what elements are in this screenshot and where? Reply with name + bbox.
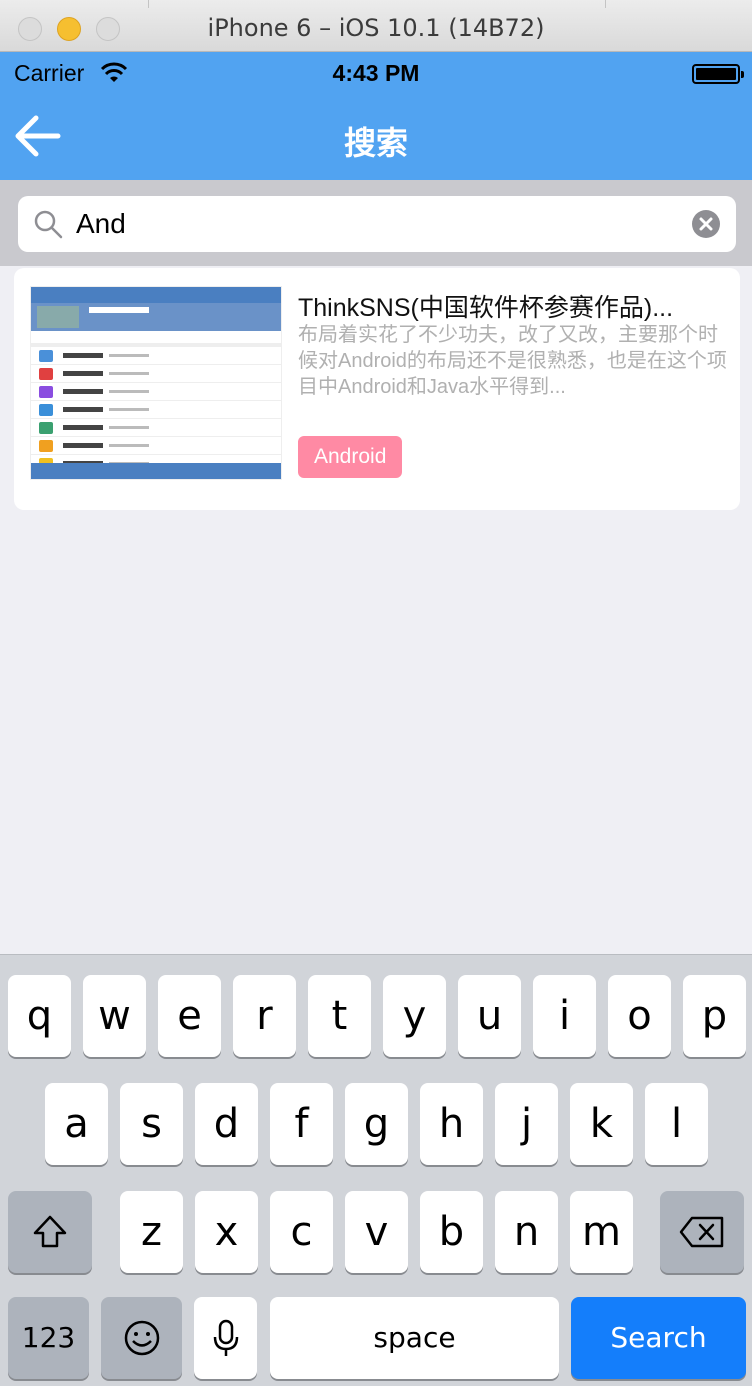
key-z[interactable]: z [120,1191,183,1273]
window-divider [148,0,149,8]
search-bar-container [0,180,752,266]
search-key[interactable]: Search [571,1297,746,1379]
emoji-icon [124,1320,159,1356]
key-t[interactable]: t [308,975,371,1057]
search-results: ThinkSNS(中国软件杯参赛作品)... 布局着实花了不少功夫，改了又改，主… [0,266,752,954]
key-q[interactable]: q [8,975,71,1057]
shift-icon [33,1215,67,1248]
key-f[interactable]: f [270,1083,333,1165]
key-x[interactable]: x [195,1191,258,1273]
result-thumbnail [30,286,282,480]
key-u[interactable]: u [458,975,521,1057]
clear-search-icon[interactable] [692,210,720,238]
key-s[interactable]: s [120,1083,183,1165]
key-i[interactable]: i [533,975,596,1057]
result-description: 布局着实花了不少功夫，改了又改，主要那个时候对Android的布局还不是很熟悉，… [298,324,727,398]
search-box[interactable] [18,196,736,252]
window-divider [605,0,606,8]
backspace-icon [679,1216,724,1248]
key-a[interactable]: a [45,1083,108,1165]
key-b[interactable]: b [420,1191,483,1273]
search-input[interactable] [76,204,676,244]
keyboard: q w e r t y u i o p a s d f g h j k l z … [0,954,752,1386]
navigation-bar: 搜索 [0,94,752,180]
microphone-icon [213,1319,238,1356]
emoji-key[interactable] [101,1297,182,1379]
key-p[interactable]: p [683,975,746,1057]
page-title: 搜索 [343,125,408,161]
key-r[interactable]: r [233,975,296,1057]
key-n[interactable]: n [495,1191,558,1273]
key-g[interactable]: g [345,1083,408,1165]
key-d[interactable]: d [195,1083,258,1165]
numbers-key[interactable]: 123 [8,1297,89,1379]
key-k[interactable]: k [570,1083,633,1165]
result-card[interactable]: ThinkSNS(中国软件杯参赛作品)... 布局着实花了不少功夫，改了又改，主… [14,268,740,510]
key-m[interactable]: m [570,1191,633,1273]
key-w[interactable]: w [83,975,146,1057]
status-bar: Carrier 4:43 PM [0,52,752,94]
battery-icon [692,64,744,84]
key-l[interactable]: l [645,1083,708,1165]
key-o[interactable]: o [608,975,671,1057]
delete-key[interactable] [660,1191,744,1273]
shift-key[interactable] [8,1191,92,1273]
simulator-window-bar: iPhone 6 – iOS 10.1 (14B72) [0,0,752,52]
key-e[interactable]: e [158,975,221,1057]
key-v[interactable]: v [345,1191,408,1273]
key-h[interactable]: h [420,1083,483,1165]
key-y[interactable]: y [383,975,446,1057]
search-icon [34,210,63,239]
key-j[interactable]: j [495,1083,558,1165]
space-key[interactable]: space [270,1297,559,1379]
result-tag[interactable]: Android [298,436,403,478]
key-c[interactable]: c [270,1191,333,1273]
result-title: ThinkSNS(中国软件杯参赛作品)... [298,294,674,322]
microphone-key[interactable] [194,1297,257,1379]
window-title: iPhone 6 – iOS 10.1 (14B72) [207,14,545,42]
status-time: 4:43 PM [332,60,420,86]
